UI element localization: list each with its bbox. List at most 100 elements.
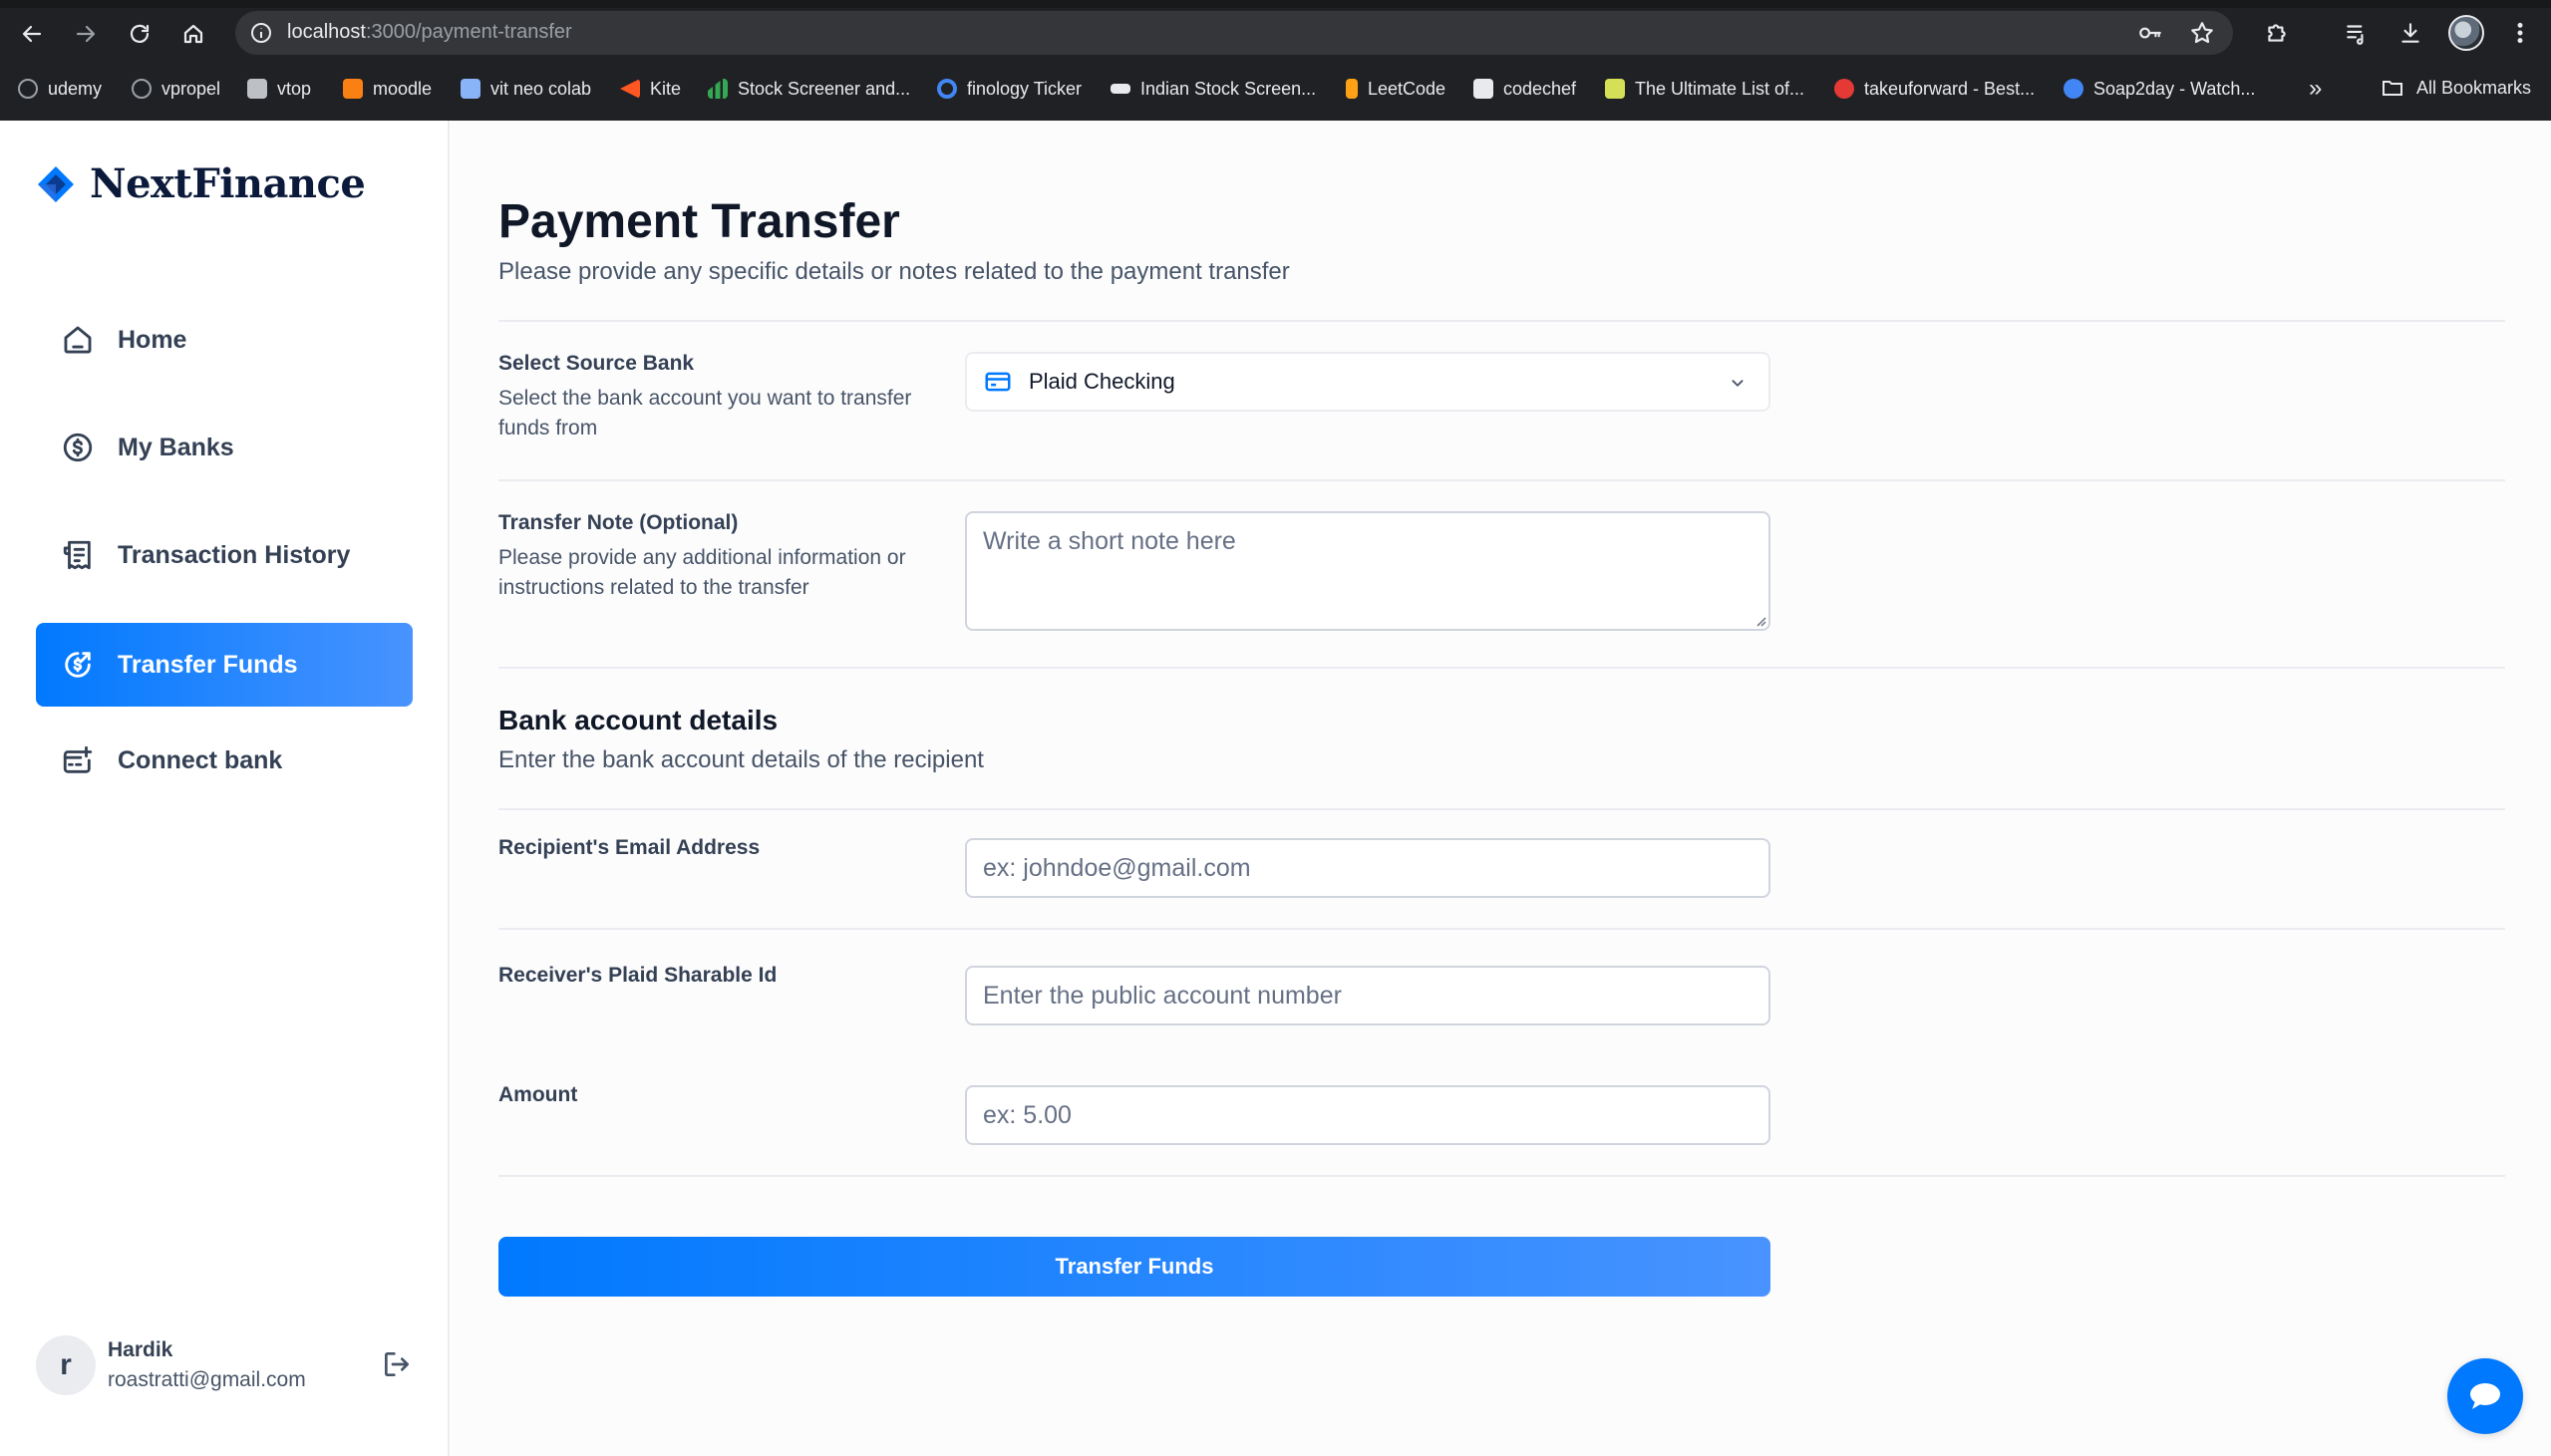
soap2day-favicon-icon	[2064, 79, 2083, 99]
back-button[interactable]	[14, 16, 50, 52]
password-key-button[interactable]	[2135, 18, 2165, 48]
sidebar-item-home[interactable]: Home	[36, 298, 413, 382]
bookmark-item[interactable]: moodle	[343, 76, 432, 102]
logout-icon	[385, 1352, 409, 1376]
main-content: Payment Transfer Please provide any spec…	[451, 121, 2551, 1456]
bookmark-star-button[interactable]	[2187, 18, 2217, 48]
bookmark-item[interactable]: LeetCode	[1346, 76, 1445, 102]
downloads-button[interactable]	[2392, 15, 2428, 51]
transfer-note-help: Please provide any additional informatio…	[498, 546, 906, 599]
credit-card-icon	[983, 367, 1013, 397]
sidebar-item-connect-bank[interactable]: Connect bank	[36, 719, 413, 802]
recipient-email-label: Recipient's Email Address	[498, 836, 761, 859]
profile-avatar[interactable]	[2448, 15, 2484, 51]
kite-favicon-icon	[620, 79, 640, 99]
back-arrow-icon	[22, 25, 42, 43]
transfer-note-textarea[interactable]	[965, 511, 1770, 631]
sidebar-item-transfer-funds[interactable]: Transfer Funds	[36, 623, 413, 707]
transfer-funds-button[interactable]: Transfer Funds	[498, 1237, 1770, 1297]
sidebar: NextFinance Home My Banks Transaction Hi…	[0, 121, 450, 1456]
key-icon	[2139, 27, 2161, 39]
sidebar-item-transaction-history[interactable]: Transaction History	[36, 513, 413, 597]
sidebar-item-label: Transaction History	[118, 540, 351, 569]
forward-arrow-icon	[76, 25, 96, 43]
bookmark-item[interactable]: udemy	[18, 76, 102, 102]
site-info-icon[interactable]	[249, 21, 273, 45]
sidebar-item-label: My Banks	[118, 433, 234, 461]
money-send-icon	[60, 647, 96, 683]
sidebar-item-label: Home	[118, 325, 187, 354]
avatar[interactable]: r	[36, 1335, 96, 1395]
bookmark-item[interactable]: vtop	[247, 76, 311, 102]
sidebar-item-label: Connect bank	[118, 745, 283, 774]
source-bank-help: Select the bank account you want to tran…	[498, 387, 912, 439]
address-bar[interactable]: localhost:3000/payment-transfer	[235, 11, 2233, 55]
chrome-menu-button[interactable]	[2502, 15, 2538, 51]
bar-chart-favicon-icon	[708, 79, 728, 99]
media-controls-button[interactable]	[2339, 15, 2375, 51]
url-text: localhost:3000/payment-transfer	[287, 21, 572, 43]
folder-icon	[2383, 81, 2402, 96]
download-icon	[2401, 23, 2419, 43]
home-icon	[183, 24, 203, 44]
section-subtitle: Enter the bank account details of the re…	[498, 746, 984, 773]
sidebar-item-my-banks[interactable]: My Banks	[36, 406, 413, 489]
brand-name: NextFinance	[90, 160, 366, 207]
finology-favicon-icon	[937, 79, 957, 99]
amount-input[interactable]	[965, 1085, 1770, 1145]
home-button[interactable]	[175, 16, 211, 52]
leetcode-favicon-icon	[1346, 79, 1358, 99]
sharable-id-input[interactable]	[965, 966, 1770, 1025]
transfer-note-label: Transfer Note (Optional)	[498, 511, 739, 534]
browser-chrome: localhost:3000/payment-transfer udemy vp…	[0, 0, 2551, 121]
bookmark-item[interactable]: vpropel	[132, 76, 220, 102]
bookmarks-bar: udemy vpropel vtop moodle vit neo colab …	[0, 68, 2551, 108]
vtop-favicon-icon	[247, 79, 267, 99]
user-info: Hardik roastratti@gmail.com	[108, 1338, 306, 1392]
chat-bubble-icon	[2470, 1383, 2500, 1409]
bookmark-item[interactable]: finology Ticker	[937, 76, 1082, 102]
playlist-icon	[2347, 25, 2364, 45]
bookmark-item[interactable]: Stock Screener and...	[708, 76, 910, 102]
bookmark-item[interactable]: The Ultimate List of...	[1605, 76, 1804, 102]
reload-icon	[130, 24, 150, 43]
source-bank-select[interactable]: Plaid Checking	[965, 352, 1770, 412]
bookmark-item[interactable]: takeuforward - Best...	[1834, 76, 2035, 102]
ai-favicon-icon	[1605, 79, 1625, 99]
amount-label: Amount	[498, 1083, 578, 1106]
chat-button[interactable]	[2447, 1358, 2523, 1434]
logo-icon	[36, 164, 76, 204]
divider	[498, 808, 2505, 810]
codechef-favicon-icon	[1473, 79, 1493, 99]
reload-button[interactable]	[122, 16, 158, 52]
recipient-email-input[interactable]	[965, 838, 1770, 898]
section-title: Bank account details	[498, 705, 779, 735]
resize-handle-icon[interactable]	[1754, 615, 1766, 627]
bookmark-item[interactable]: vit neo colab	[461, 76, 591, 102]
bookmark-item[interactable]: Kite	[620, 76, 681, 102]
receipt-icon	[60, 537, 96, 573]
user-name: Hardik	[108, 1338, 173, 1361]
kebab-menu-icon	[2517, 22, 2523, 44]
divider	[498, 667, 2505, 669]
bookmark-item[interactable]: Indian Stock Screen...	[1111, 76, 1316, 102]
source-bank-value: Plaid Checking	[1029, 369, 1175, 394]
bookmarks-overflow-button[interactable]: »	[2309, 76, 2322, 102]
logout-button[interactable]	[381, 1348, 413, 1380]
extensions-button[interactable]	[2259, 15, 2295, 51]
page-subtitle: Please provide any specific details or n…	[498, 258, 1290, 285]
bookmark-item[interactable]: codechef	[1473, 76, 1576, 102]
brand-logo[interactable]: NextFinance	[36, 160, 366, 207]
forward-button[interactable]	[68, 16, 104, 52]
star-icon	[2191, 22, 2213, 44]
divider	[498, 320, 2505, 322]
all-bookmarks-button[interactable]: All Bookmarks	[2381, 76, 2531, 100]
connect-bank-icon	[60, 742, 96, 778]
neo-colab-favicon-icon	[461, 79, 480, 99]
puzzle-icon	[2268, 24, 2286, 42]
divider	[498, 479, 2505, 481]
home-icon	[60, 322, 96, 358]
bookmark-item[interactable]: Soap2day - Watch...	[2064, 76, 2255, 102]
divider	[498, 1175, 2505, 1177]
chevron-down-icon	[1727, 372, 1749, 394]
